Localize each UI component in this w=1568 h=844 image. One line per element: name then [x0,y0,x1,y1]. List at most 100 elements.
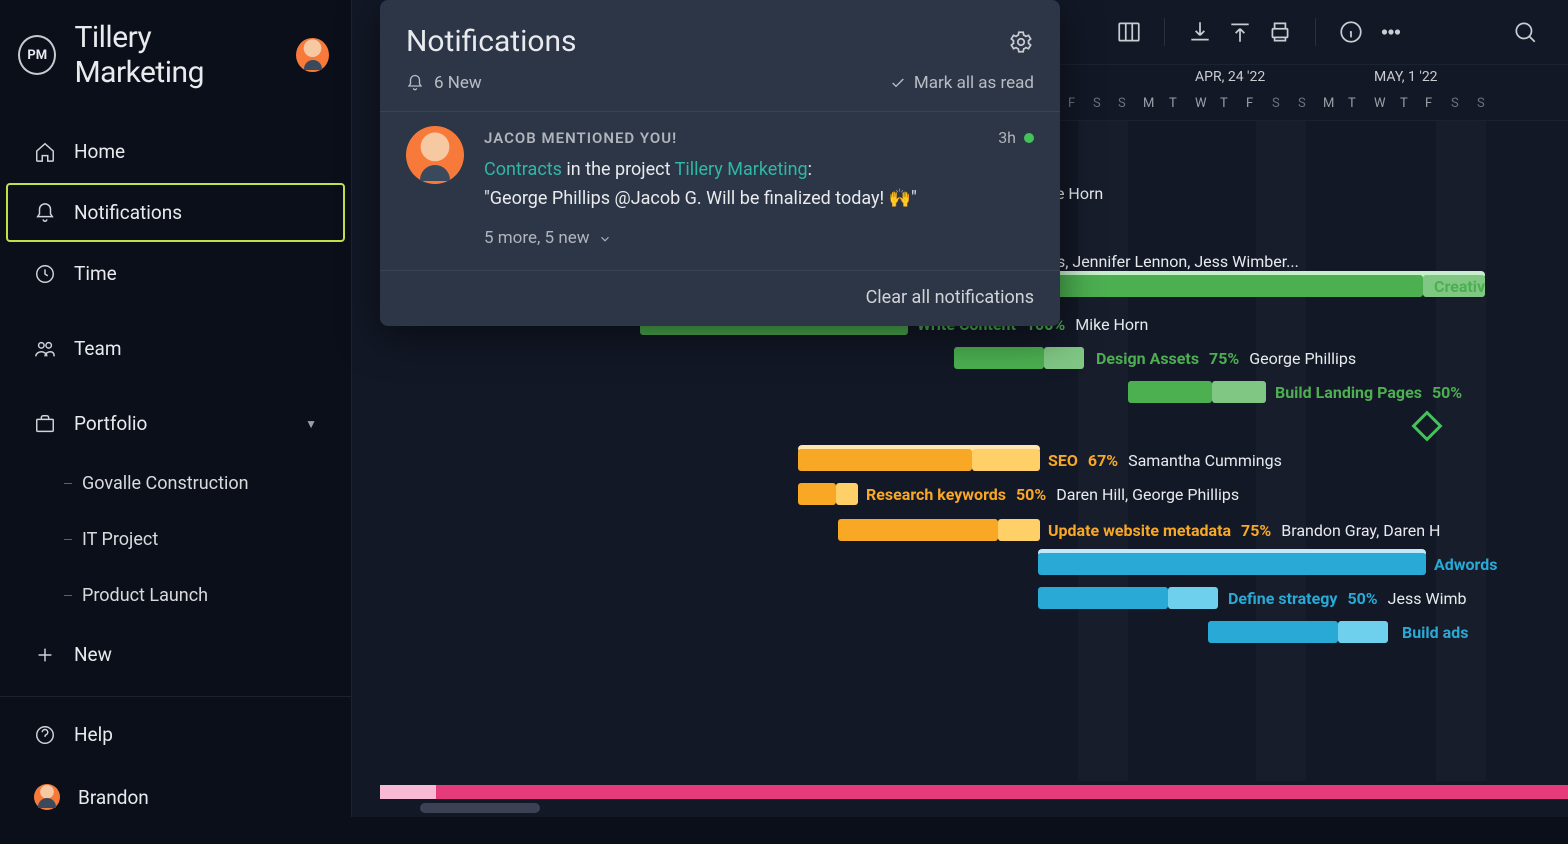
notification-item[interactable]: JACOB MENTIONED YOU! 3h Contracts in the… [380,111,1060,270]
horizontal-scrollbar[interactable] [420,803,540,813]
gear-icon[interactable] [1008,29,1034,55]
timeline-day: T [1169,96,1177,111]
notification-avatar [406,126,464,184]
plus-icon [34,644,56,666]
gantt-bar[interactable] [1038,553,1426,575]
nav-home[interactable]: Home [6,122,345,181]
gantt-bar[interactable] [798,449,972,471]
notification-heading: JACOB MENTIONED YOU! [484,127,677,150]
more-icon[interactable] [1378,19,1404,45]
notifications-panel: Notifications 6 New Mark all as read JAC… [380,0,1060,326]
gantt-row[interactable]: Adwords [380,547,1568,581]
timeline-day: T [1400,96,1408,111]
briefcase-icon [34,413,56,435]
gantt-row[interactable]: Research keywords50%Daren Hill, George P… [380,477,1568,511]
sidebar-bottom: Help Brandon [0,696,351,844]
brand-header: PM Tillery Marketing [0,0,351,110]
gantt-row[interactable]: Build Landing Pages50% [380,375,1568,409]
workspace-title[interactable]: Tillery Marketing [74,20,278,90]
notification-link-task[interactable]: Contracts [484,159,562,180]
portfolio-item-launch[interactable]: Product Launch [0,567,351,623]
chevron-down-icon: ▼ [305,417,317,431]
gantt-bar-remaining[interactable] [1212,381,1266,403]
notifications-title: Notifications [406,24,1008,59]
gantt-bar[interactable] [1055,275,1423,297]
columns-icon[interactable] [1116,19,1142,45]
bell-small-icon [406,74,424,92]
timeline-day: S [1477,96,1485,111]
bell-icon [34,202,56,224]
user-avatar-small[interactable] [296,38,329,72]
gantt-bar-remaining[interactable] [1044,347,1084,369]
gantt-bar-remaining[interactable] [972,449,1040,471]
check-icon [890,75,906,91]
gantt-row[interactable]: Update website metadata75%Brandon Gray, … [380,513,1568,547]
app-logo[interactable]: PM [18,35,56,75]
portfolio-item-govalle[interactable]: Govalle Construction [0,455,351,511]
nav-time-label: Time [74,262,117,285]
search-icon[interactable] [1512,19,1538,45]
print-icon[interactable] [1267,19,1293,45]
timeline-day: F [1425,96,1432,111]
timeline-day: M [1323,96,1334,111]
user-avatar-icon [34,784,60,810]
gantt-bar[interactable] [798,483,836,505]
timeline-day: S [1451,96,1459,111]
gantt-task-label: Research keywords50%Daren Hill, George P… [866,483,1239,505]
upload-icon[interactable] [1227,19,1253,45]
mark-all-read[interactable]: Mark all as read [890,73,1034,93]
timeline-day: M [1143,96,1154,111]
notification-expand[interactable]: 5 more, 5 new [484,212,1034,260]
gantt-row[interactable] [380,411,1568,445]
nav-portfolio-label: Portfolio [74,412,147,435]
home-icon [34,141,56,163]
portfolio-item-it[interactable]: IT Project [0,511,351,567]
timeline-day: T [1348,96,1356,111]
timeline-day: S [1118,96,1126,111]
unread-dot-icon [1024,133,1034,143]
nav-help-label: Help [74,723,113,746]
notification-link-project[interactable]: Tillery Marketing [675,159,808,180]
gantt-task-label: Build Landing Pages50% [1275,381,1462,403]
gantt-task-label: Design Assets75%George Phillips [1096,347,1356,369]
gantt-bar-remaining[interactable] [1168,587,1218,609]
nav-team[interactable]: Team [6,319,345,378]
primary-nav: Home Notifications Time Team Portfolio ▼ [0,110,351,696]
sidebar: PM Tillery Marketing Home Notifications … [0,0,352,817]
nav-portfolio[interactable]: Portfolio ▼ [6,394,345,453]
gantt-task-label: Adwords [1434,553,1497,575]
main-area: APR, 24 '22MAY, 1 '22 FSSMTWTFSSMTWTFSS … [352,0,1568,817]
milestone-icon[interactable] [1411,410,1442,441]
nav-notifications-label: Notifications [74,201,182,224]
nav-notifications[interactable]: Notifications [6,183,345,242]
clear-all-notifications[interactable]: Clear all notifications [380,270,1060,326]
gantt-row[interactable]: Design Assets75%George Phillips [380,341,1568,375]
download-icon[interactable] [1187,19,1213,45]
timeline-day: W [1195,96,1207,111]
timeline-month: MAY, 1 '22 [1374,69,1438,85]
timeline-day: T [1220,96,1228,111]
gantt-row[interactable]: SEO67%Samantha Cummings [380,443,1568,477]
new-count: 6 New [434,73,482,93]
gantt-row[interactable]: Define strategy50%Jess Wimb [380,581,1568,615]
gantt-bar-remaining[interactable] [836,483,858,505]
gantt-bar[interactable] [1038,587,1168,609]
gantt-bar[interactable] [1128,381,1212,403]
gantt-row[interactable]: Build ads [380,615,1568,649]
help-icon [34,724,56,746]
timeline-day: S [1272,96,1280,111]
nav-user[interactable]: Brandon [6,766,345,828]
timeline-day: S [1093,96,1101,111]
nav-help[interactable]: Help [6,705,345,764]
gantt-bar-remaining[interactable] [998,519,1040,541]
gantt-bar[interactable] [1208,621,1338,643]
nav-new[interactable]: New [6,625,345,684]
timeline-day: W [1374,96,1386,111]
gantt-bar[interactable] [838,519,998,541]
timeline-day: F [1068,96,1075,111]
progress-rail [380,785,1568,799]
gantt-bar[interactable] [954,347,1044,369]
gantt-bar-remaining[interactable] [1338,621,1388,643]
nav-time[interactable]: Time [6,244,345,303]
info-icon[interactable] [1338,19,1364,45]
